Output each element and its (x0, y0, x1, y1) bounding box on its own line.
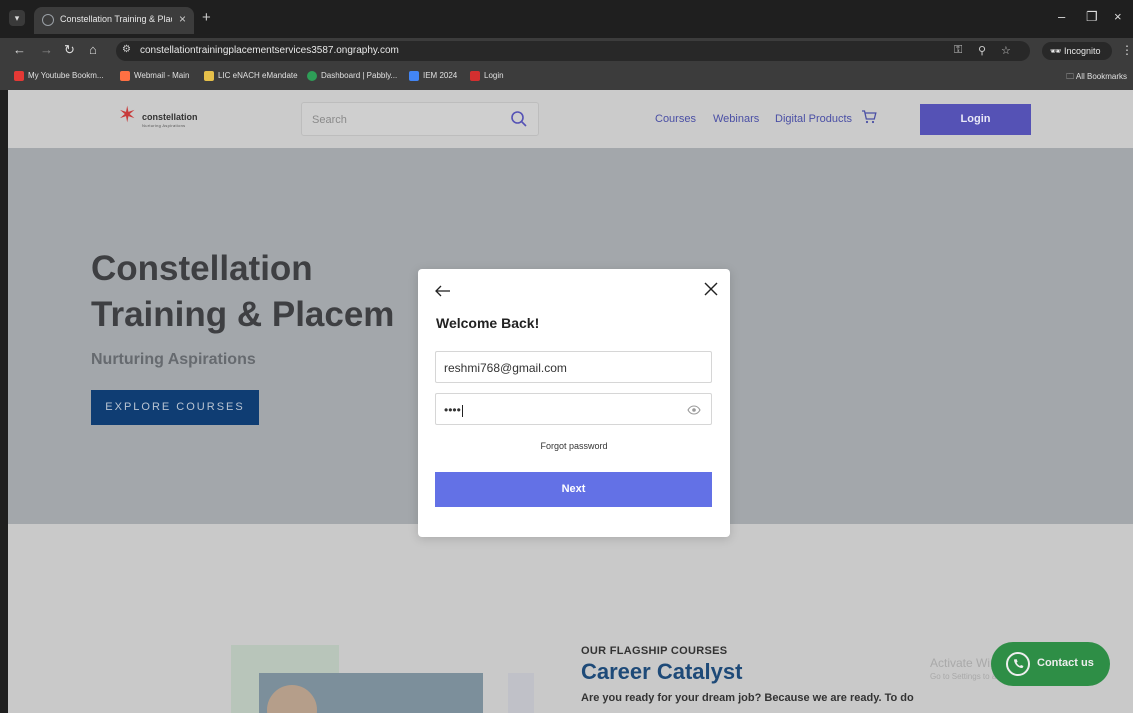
forward-nav-icon[interactable]: → (40, 42, 53, 57)
password-field[interactable]: •••• (435, 393, 712, 425)
tab-search-icon[interactable]: ▾ (9, 10, 25, 26)
bookmark-item[interactable]: IEM 2024 (409, 71, 457, 81)
explore-courses-button[interactable]: EXPLORE COURSES (91, 390, 259, 425)
all-bookmarks-label: All Bookmarks (1075, 72, 1127, 81)
nav-digital-products[interactable]: Digital Products (775, 113, 852, 125)
close-window-icon[interactable]: × (1114, 9, 1122, 24)
hero-title: Constellation Training & Placem (91, 246, 394, 338)
more-menu-icon[interactable]: ⋮ (1121, 43, 1133, 57)
course-image (259, 673, 483, 713)
new-tab-button[interactable]: + (202, 9, 211, 26)
screen: ▾ Constellation Training & Placem × + – … (0, 0, 1133, 713)
close-icon[interactable] (703, 281, 719, 297)
text-caret (461, 404, 463, 417)
login-modal: Welcome Back! reshmi768@gmail.com •••• F… (418, 269, 730, 537)
contact-us-button[interactable]: Contact us (991, 642, 1110, 686)
url-text: constellationtrainingplacementservices35… (140, 45, 399, 56)
next-button[interactable]: Next (435, 472, 712, 507)
hero-subtitle: Nurturing Aspirations (91, 351, 256, 368)
search-placeholder: Search (312, 114, 347, 126)
search-icon[interactable] (510, 110, 528, 128)
login-bookmark-icon (470, 71, 480, 81)
cpanel-icon (120, 71, 130, 81)
hero-title-line2: Training & Placem (91, 295, 395, 334)
restore-icon[interactable]: ❐ (1086, 9, 1098, 25)
tab-title: Constellation Training & Placem (60, 14, 172, 24)
bookmarks-bar: My Youtube Bookm... Webmail - Main LIC e… (0, 64, 1133, 90)
contact-us-label: Contact us (1037, 657, 1094, 669)
decorative-strip (508, 673, 534, 713)
bookmark-item[interactable]: Dashboard | Pabbly... (307, 71, 397, 81)
bookmark-label: Dashboard | Pabbly... (321, 71, 398, 81)
incognito-icon: 🕶 (1050, 46, 1064, 56)
pabbly-icon (307, 71, 317, 81)
bookmark-label: LIC eNACH eMandate (218, 71, 298, 81)
person-photo (267, 685, 317, 713)
bookmark-item[interactable]: LIC eNACH eMandate (204, 71, 298, 81)
bookmark-label: Login (484, 71, 504, 81)
reload-icon[interactable]: ↻ (64, 42, 75, 58)
login-button[interactable]: Login (920, 104, 1031, 135)
site-info-icon[interactable]: ⚙ (122, 44, 131, 55)
site-header: ✶ constellation Nurturing Aspirations Se… (8, 90, 1133, 148)
eye-icon[interactable] (687, 403, 701, 417)
browser-tab-bar: ▾ Constellation Training & Placem × + – … (0, 0, 1133, 38)
incognito-badge[interactable]: 🕶 Incognito (1042, 42, 1112, 60)
home-icon[interactable]: ⌂ (89, 42, 97, 57)
bookmark-item[interactable]: My Youtube Bookm... (14, 71, 104, 81)
site-search-input[interactable]: Search (301, 102, 539, 136)
section-description: Are you ready for your dream job? Becaus… (581, 692, 914, 704)
logo-star-icon: ✶ (118, 102, 137, 127)
cart-icon[interactable] (861, 109, 877, 125)
folder-icon: 🗀 (1066, 72, 1076, 81)
bookmark-label: IEM 2024 (423, 71, 458, 81)
password-key-icon[interactable]: ⚿ (954, 44, 962, 57)
bookmark-label: Webmail - Main (134, 71, 190, 81)
lic-icon (204, 71, 214, 81)
nav-courses[interactable]: Courses (655, 113, 696, 125)
back-arrow-icon[interactable] (434, 282, 452, 300)
section-label: OUR FLAGSHIP COURSES (581, 645, 728, 657)
browser-tab[interactable]: Constellation Training & Placem × (34, 7, 194, 34)
tab-close-icon[interactable]: × (179, 12, 186, 26)
bookmark-label: My Youtube Bookm... (28, 71, 104, 81)
all-bookmarks-button[interactable]: 🗀 All Bookmarks (1066, 71, 1127, 85)
drive-icon (409, 71, 419, 81)
email-field[interactable]: reshmi768@gmail.com (435, 351, 712, 383)
email-value: reshmi768@gmail.com (444, 361, 567, 375)
password-value: •••• (444, 403, 461, 417)
url-field[interactable]: ⚙ constellationtrainingplacementservices… (116, 41, 1030, 61)
hero-title-line1: Constellation (91, 249, 313, 288)
site-logo[interactable]: ✶ constellation Nurturing Aspirations (118, 102, 198, 134)
logo-text: constellation (142, 112, 198, 122)
modal-title: Welcome Back! (436, 315, 540, 331)
logo-tagline: Nurturing Aspirations (142, 123, 186, 128)
nav-webinars[interactable]: Webinars (713, 113, 759, 125)
forgot-password-link[interactable]: Forgot password (418, 441, 730, 451)
whatsapp-icon (1006, 652, 1030, 676)
zoom-icon[interactable]: ⚲ (978, 44, 986, 57)
youtube-icon (14, 71, 24, 81)
incognito-label: Incognito (1063, 46, 1101, 56)
back-nav-icon[interactable]: ← (13, 42, 26, 57)
bookmark-item[interactable]: Login (470, 71, 504, 81)
address-bar-row: ← → ↻ ⌂ ⚙ constellationtrainingplacement… (0, 38, 1133, 64)
tab-favicon-icon (42, 14, 54, 26)
bookmark-star-icon[interactable]: ☆ (1001, 44, 1011, 57)
bookmark-item[interactable]: Webmail - Main (120, 71, 189, 81)
section-title: Career Catalyst (581, 659, 743, 684)
minimize-icon[interactable]: – (1058, 9, 1065, 24)
